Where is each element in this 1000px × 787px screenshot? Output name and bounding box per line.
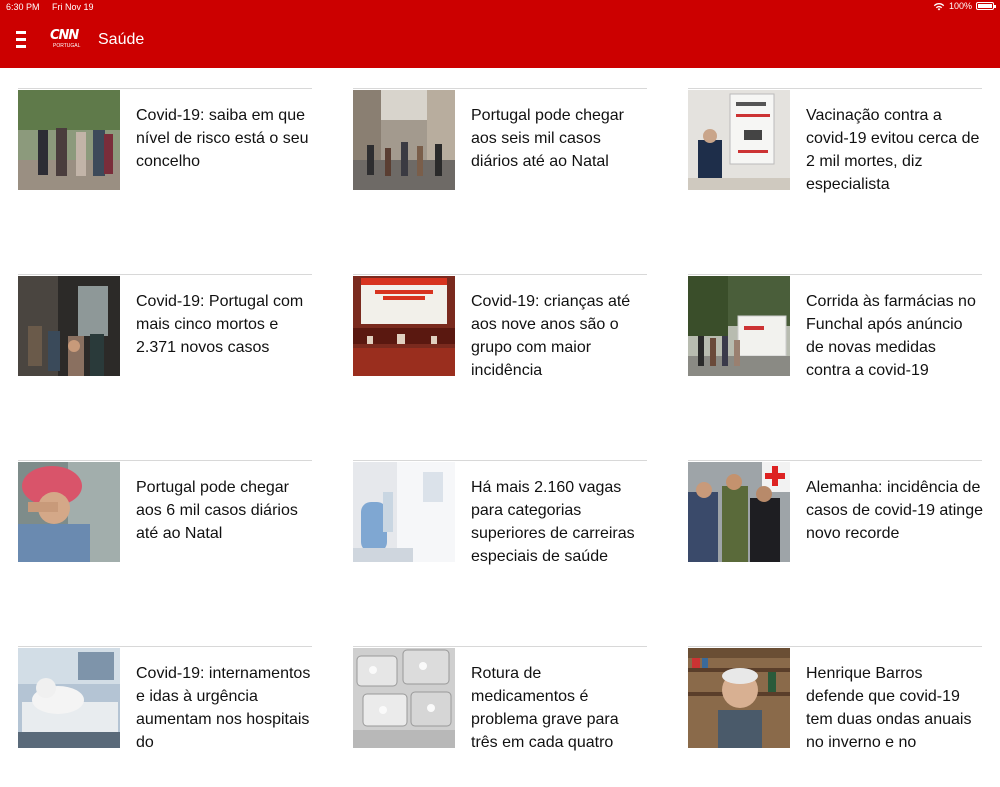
article-headline[interactable]: Henrique Barros defende que covid-19 tem…	[806, 662, 984, 754]
article-headline[interactable]: Rotura de medicamentos é problema grave …	[471, 662, 649, 754]
article-card[interactable]: Alemanha: incidência de casos de covid-1…	[688, 460, 984, 601]
article-headline[interactable]: Covid-19: internamentos e idas à urgênci…	[136, 662, 314, 754]
cnn-portugal-logo[interactable]: CNN PORTUGAL	[50, 29, 80, 55]
article-thumbnail[interactable]	[353, 276, 455, 376]
article-thumbnail[interactable]	[353, 462, 455, 562]
battery-percent: 100%	[948, 1, 972, 11]
article-card[interactable]: Portugal pode chegar aos seis mil casos …	[353, 88, 647, 229]
navigation-bar: CNN PORTUGAL Saúde	[0, 14, 1000, 68]
article-headline[interactable]: Alemanha: incidência de casos de covid-1…	[806, 476, 984, 545]
article-thumbnail[interactable]	[688, 462, 790, 562]
article-thumbnail[interactable]	[688, 90, 790, 190]
battery-icon	[976, 2, 996, 10]
status-time: 6:30 PM	[6, 2, 40, 12]
article-thumbnail[interactable]	[353, 648, 455, 748]
article-headline[interactable]: Vacinação contra a covid-19 evitou cerca…	[806, 104, 984, 196]
wifi-icon	[933, 2, 945, 10]
article-thumbnail[interactable]	[18, 462, 120, 562]
logo-text: CNN	[50, 28, 79, 43]
article-headline[interactable]: Portugal pode chegar aos seis mil casos …	[471, 104, 649, 173]
article-headline[interactable]: Corrida às farmácias no Funchal após anú…	[806, 290, 984, 382]
article-card[interactable]: Covid-19: internamentos e idas à urgênci…	[18, 646, 312, 787]
article-card[interactable]: Vacinação contra a covid-19 evitou cerca…	[688, 88, 982, 229]
article-headline[interactable]: Covid-19: saiba em que nível de risco es…	[136, 104, 314, 173]
article-headline[interactable]: Portugal pode chegar aos 6 mil casos diá…	[136, 476, 314, 545]
article-headline[interactable]: Covid-19: crianças até aos nove anos são…	[471, 290, 649, 382]
article-card[interactable]: Covid-19: saiba em que nível de risco es…	[18, 88, 312, 229]
article-card[interactable]: Há mais 2.160 vagas para categorias supe…	[353, 460, 647, 601]
article-card[interactable]: Corrida às farmácias no Funchal após anú…	[688, 274, 982, 415]
article-card[interactable]: Covid-19: Portugal com mais cinco mortos…	[18, 274, 312, 415]
article-card[interactable]: Henrique Barros defende que covid-19 tem…	[688, 646, 982, 787]
article-thumbnail[interactable]	[353, 90, 455, 190]
article-card[interactable]: Rotura de medicamentos é problema grave …	[353, 646, 647, 787]
article-thumbnail[interactable]	[688, 276, 790, 376]
status-date: Fri Nov 19	[52, 2, 94, 12]
logo-subtext: PORTUGAL	[53, 43, 81, 49]
article-thumbnail[interactable]	[688, 648, 790, 748]
section-title: Saúde	[98, 31, 145, 48]
article-card[interactable]: Portugal pode chegar aos 6 mil casos diá…	[18, 460, 312, 601]
article-thumbnail[interactable]	[18, 90, 120, 190]
article-headline[interactable]: Covid-19: Portugal com mais cinco mortos…	[136, 290, 314, 359]
status-bar: 6:30 PM Fri Nov 19 100%	[0, 0, 1000, 14]
article-headline[interactable]: Há mais 2.160 vagas para categorias supe…	[471, 476, 649, 568]
hamburger-menu-icon[interactable]	[16, 31, 30, 49]
article-thumbnail[interactable]	[18, 276, 120, 376]
article-card[interactable]: Covid-19: crianças até aos nove anos são…	[353, 274, 647, 415]
article-thumbnail[interactable]	[18, 648, 120, 748]
